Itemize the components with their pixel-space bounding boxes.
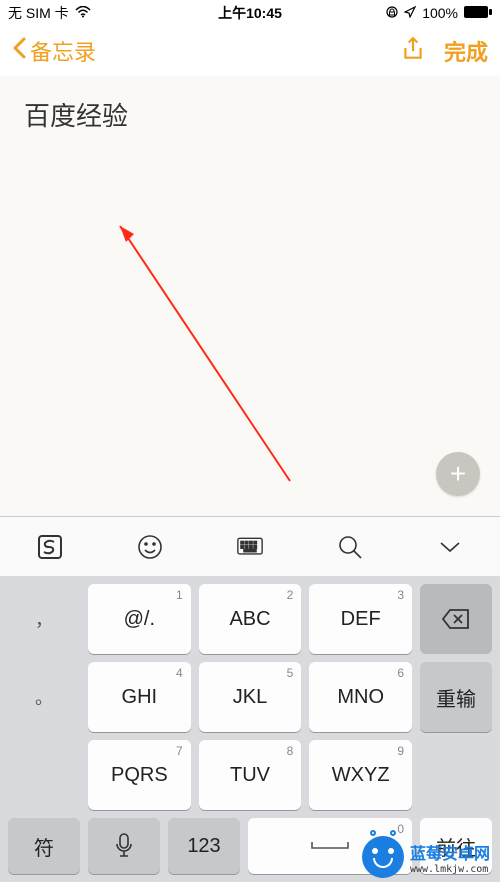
key-123[interactable]: 123 <box>168 818 240 874</box>
key-voice[interactable] <box>88 818 160 874</box>
keyboard-icon[interactable] <box>230 527 270 567</box>
emoji-icon[interactable] <box>130 527 170 567</box>
key-8[interactable]: 8TUV <box>199 740 302 810</box>
hide-keyboard-icon[interactable] <box>430 527 470 567</box>
plus-icon: + <box>450 460 466 488</box>
status-bar: 无 SIM 卡 上午10:45 100% <box>0 0 500 26</box>
note-area[interactable]: 百度经验 + <box>0 76 500 516</box>
location-icon <box>404 5 416 21</box>
back-button[interactable]: 备忘录 <box>12 35 96 67</box>
key-delete[interactable] <box>420 584 492 654</box>
lock-icon <box>386 5 398 21</box>
mic-icon <box>115 833 133 859</box>
key-symbol[interactable]: 符 <box>8 818 80 874</box>
watermark: 蓝莓安卓网 www.lmkjw.com <box>362 836 490 878</box>
carrier-text: 无 SIM 卡 <box>8 3 69 23</box>
key-2[interactable]: 2ABC <box>199 584 302 654</box>
key-1[interactable]: 1@/. <box>88 584 191 654</box>
watermark-icon <box>362 836 404 878</box>
watermark-url: www.lmkjw.com <box>410 864 490 875</box>
key-comma[interactable]: ， <box>8 584 80 654</box>
key-empty <box>8 740 80 810</box>
key-7[interactable]: 7PQRS <box>88 740 191 810</box>
key-5[interactable]: 5JKL <box>199 662 302 732</box>
done-button[interactable]: 完成 <box>444 35 488 67</box>
watermark-title: 蓝莓安卓网 <box>410 846 490 863</box>
key-empty2 <box>420 740 492 810</box>
key-reinput[interactable]: 重输 <box>420 662 492 732</box>
key-6[interactable]: 6MNO <box>309 662 412 732</box>
key-4[interactable]: 4GHI <box>88 662 191 732</box>
keyboard-toolbar <box>0 516 500 576</box>
key-period[interactable]: 。 <box>8 662 80 732</box>
battery-text: 100% <box>422 5 458 21</box>
space-icon <box>310 840 350 852</box>
battery-icon <box>464 5 492 21</box>
annotation-arrow <box>110 216 310 496</box>
chevron-left-icon <box>12 36 28 66</box>
search-icon[interactable] <box>330 527 370 567</box>
wifi-icon <box>75 5 91 21</box>
sogou-logo-icon[interactable] <box>30 527 70 567</box>
add-button[interactable]: + <box>436 452 480 496</box>
key-3[interactable]: 3DEF <box>309 584 412 654</box>
key-9[interactable]: 9WXYZ <box>309 740 412 810</box>
back-label: 备忘录 <box>30 35 96 67</box>
nav-bar: 备忘录 完成 <box>0 26 500 76</box>
note-text: 百度经验 <box>24 96 476 133</box>
share-icon[interactable] <box>400 36 426 67</box>
status-time: 上午10:45 <box>218 3 282 23</box>
